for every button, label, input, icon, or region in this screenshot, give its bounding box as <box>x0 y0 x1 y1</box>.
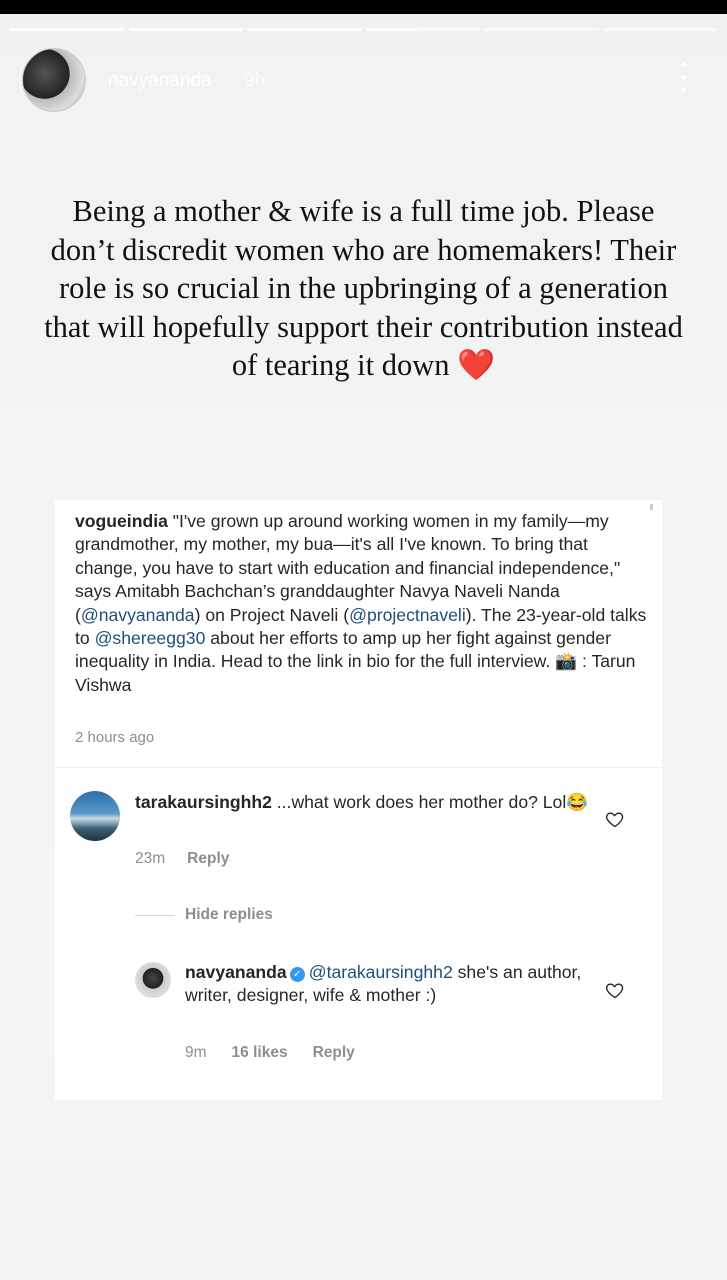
story-username[interactable]: navyananda <box>108 70 212 92</box>
progress-segment <box>602 28 717 31</box>
post-timestamp: 2 hours ago <box>75 729 155 746</box>
reply-text: navyananda ✓ @tarakaursinghh2 she's an aut… <box>185 961 605 1008</box>
heart-outline-icon[interactable] <box>605 980 625 1000</box>
progress-segment <box>128 28 243 31</box>
mention-link[interactable]: @shereegg30 <box>95 628 206 648</box>
progress-segment <box>484 28 599 31</box>
shared-post-screenshot: vogueindia "I've grown up around working… <box>55 500 662 1100</box>
comment-text: tarakaursinghh2 ...what work does her mo… <box>135 791 605 814</box>
progress-segment <box>10 28 125 31</box>
progress-segment <box>247 28 362 31</box>
divider <box>135 915 175 916</box>
mention-link[interactable]: @tarakaursinghh2 <box>309 962 453 982</box>
heart-outline-icon[interactable] <box>605 809 625 829</box>
comment-body: ...what work does her mother do? Lol😂 <box>271 792 589 812</box>
story-progress-bar <box>10 28 717 31</box>
story-header: navyananda 9h <box>22 48 705 112</box>
story-time: 9h <box>244 70 266 91</box>
comment-meta: 23m Reply <box>135 850 229 868</box>
reply-button[interactable]: Reply <box>187 850 229 868</box>
heart-emoji-icon: ❤️ <box>457 348 496 382</box>
comment-avatar[interactable] <box>70 791 120 841</box>
mention-link[interactable]: @projectnaveli <box>349 605 466 625</box>
comment-author[interactable]: tarakaursinghh2 <box>135 792 272 812</box>
reply-meta: 9m 16 likes Reply <box>185 1044 355 1062</box>
story-caption: Being a mother & wife is a full time job… <box>40 192 687 385</box>
post-text-2: ) on Project Naveli ( <box>194 604 350 625</box>
hide-replies-button[interactable]: Hide replies <box>185 906 273 924</box>
reply-button[interactable]: Reply <box>313 1044 355 1062</box>
reply-time: 9m <box>185 1044 207 1061</box>
comment-time: 23m <box>135 850 166 867</box>
progress-segment <box>365 28 480 31</box>
reply-likes[interactable]: 16 likes <box>232 1044 288 1062</box>
story-avatar[interactable] <box>22 48 86 112</box>
divider <box>55 767 662 768</box>
post-author[interactable]: vogueindia <box>75 511 168 531</box>
scroll-indicator <box>650 504 653 510</box>
reply-author[interactable]: navyananda <box>185 962 287 982</box>
reply-avatar[interactable] <box>135 962 171 998</box>
status-bar <box>0 0 727 14</box>
post-caption: vogueindia "I've grown up around working… <box>75 510 650 697</box>
caption-text: Being a mother & wife is a full time job… <box>44 194 683 382</box>
more-options-icon[interactable] <box>679 62 687 92</box>
verified-badge-icon: ✓ <box>289 967 305 982</box>
mention-link[interactable]: @navyananda <box>81 605 195 625</box>
